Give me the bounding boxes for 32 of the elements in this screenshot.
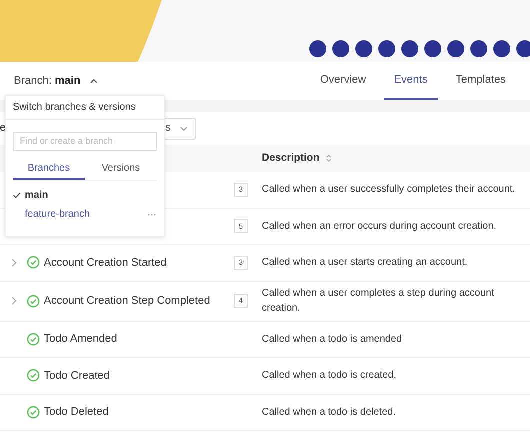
check-icon bbox=[13, 192, 21, 199]
event-description: Called when a todo is deleted. bbox=[262, 406, 397, 420]
event-name: Todo Deleted bbox=[44, 406, 109, 418]
branch-search-field[interactable]: Find or create a branch bbox=[13, 132, 157, 150]
chevron-right-icon[interactable] bbox=[11, 258, 18, 268]
tab[interactable]: Templates bbox=[446, 62, 516, 100]
event-description: Called when a user starts creating an account. bbox=[262, 256, 469, 270]
event-description: Called when a user completes a step during account creation. bbox=[262, 287, 496, 316]
column-header[interactable]: Description bbox=[262, 150, 332, 166]
event-name: Todo Amended bbox=[44, 333, 118, 345]
event-name: Account Creation Started bbox=[44, 256, 167, 268]
event-description: Called when a todo is created. bbox=[262, 369, 398, 384]
branch-item[interactable]: feature-branch bbox=[6, 205, 164, 224]
check-circle-icon bbox=[26, 406, 40, 419]
check-circle-icon bbox=[26, 294, 40, 308]
check-circle-icon bbox=[26, 369, 40, 382]
branch-item[interactable]: main bbox=[6, 186, 164, 205]
branch-selector[interactable]: Branch: main bbox=[14, 72, 99, 90]
menu-tab[interactable]: Versions bbox=[85, 159, 157, 180]
event-description: Called when an error occurs during account creation. bbox=[262, 220, 498, 234]
event-name: Todo Created bbox=[44, 370, 110, 382]
event-description: Called when a user successfully completes their account. bbox=[262, 183, 516, 198]
check-circle-icon bbox=[26, 332, 40, 346]
menu-tab[interactable]: Branches bbox=[13, 159, 85, 180]
menu-title: Switch branches & versions bbox=[13, 101, 136, 115]
chevron-right-icon[interactable] bbox=[11, 296, 18, 306]
more-icon[interactable] bbox=[147, 212, 157, 216]
check-circle-icon bbox=[26, 256, 40, 270]
sort-icon bbox=[326, 154, 332, 163]
tab[interactable]: Overview bbox=[310, 62, 376, 100]
event-name: Account Creation Step Completed bbox=[44, 294, 210, 307]
event-description: Called when a todo is amended bbox=[262, 332, 404, 347]
